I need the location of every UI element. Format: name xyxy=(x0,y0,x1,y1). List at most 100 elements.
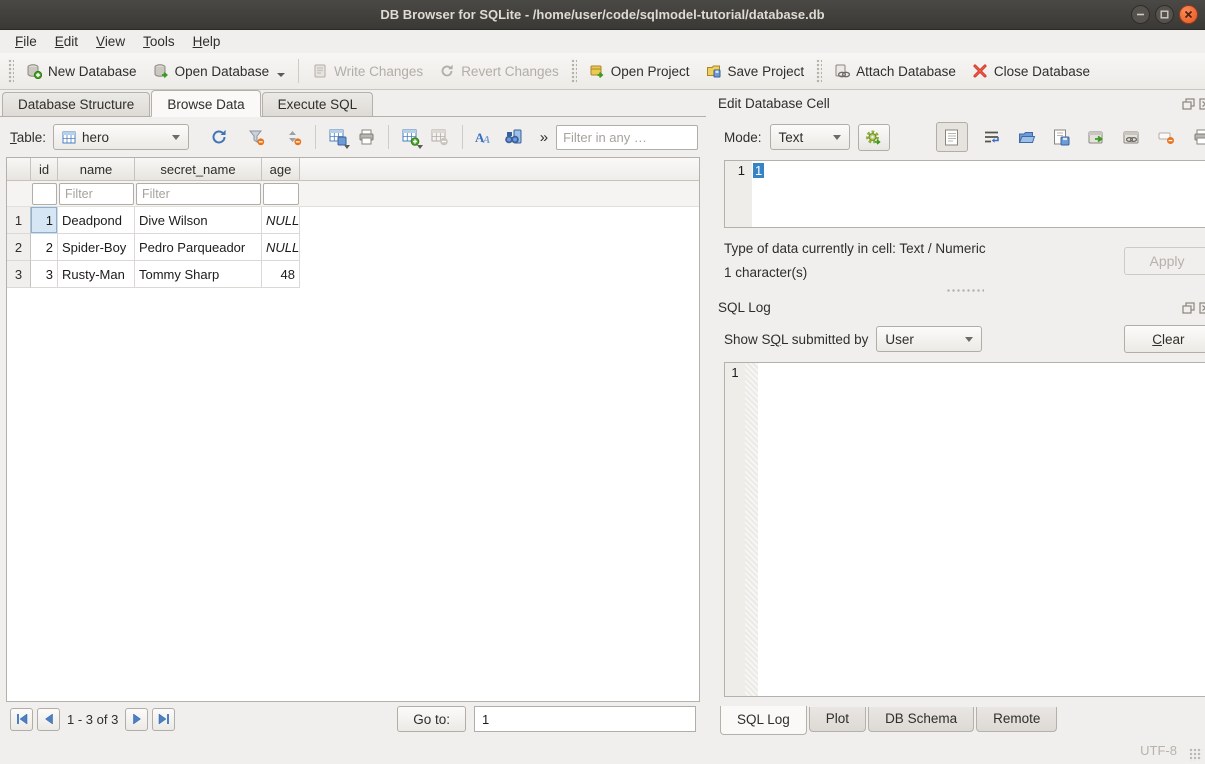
cell-name[interactable]: Spider-Boy xyxy=(58,234,135,261)
table-select[interactable]: hero xyxy=(53,124,189,150)
column-header-name[interactable]: name xyxy=(58,158,135,180)
print-cell-button[interactable] xyxy=(1191,126,1205,148)
filter-any-column-input[interactable] xyxy=(556,125,698,150)
tab-plot[interactable]: Plot xyxy=(809,707,866,732)
menu-view[interactable]: View xyxy=(87,32,134,51)
cell-name[interactable]: Deadpond xyxy=(58,207,135,234)
next-record-button[interactable] xyxy=(125,708,148,731)
cell-secret-name[interactable]: Pedro Parqueador xyxy=(135,234,262,261)
cell-name[interactable]: Rusty-Man xyxy=(58,261,135,288)
table-row[interactable]: 1 1 Deadpond Dive Wilson NULL xyxy=(7,207,699,234)
svg-text:A: A xyxy=(482,134,490,145)
sql-log-dock-titlebar: SQL Log xyxy=(718,297,1205,318)
resize-grip[interactable] xyxy=(1189,748,1202,761)
import-data-button[interactable] xyxy=(1016,126,1038,148)
first-record-button[interactable] xyxy=(10,708,33,731)
mode-select[interactable]: Text xyxy=(770,124,850,150)
selected-cell-text: 1 xyxy=(753,163,764,178)
filter-input-name[interactable] xyxy=(59,183,134,205)
cell-age[interactable]: NULL xyxy=(262,234,300,261)
table-row[interactable]: 3 3 Rusty-Man Tommy Sharp 48 xyxy=(7,261,699,288)
sql-log-filter-select[interactable]: User xyxy=(876,326,982,352)
close-dock-button[interactable] xyxy=(1199,97,1205,110)
clear-sort-icon xyxy=(285,129,302,146)
open-project-button[interactable]: Open Project xyxy=(581,58,698,84)
toolbar-separator xyxy=(315,125,316,149)
table-row[interactable]: 2 2 Spider-Boy Pedro Parqueador NULL xyxy=(7,234,699,261)
tab-sql-log[interactable]: SQL Log xyxy=(720,706,807,735)
last-record-button[interactable] xyxy=(152,708,175,731)
edit-cell-title: Edit Database Cell xyxy=(718,96,830,111)
print-button[interactable] xyxy=(354,124,379,150)
column-header-id[interactable]: id xyxy=(31,158,58,180)
close-dock-button[interactable] xyxy=(1199,301,1205,314)
close-button[interactable] xyxy=(1179,5,1198,24)
previous-record-button[interactable] xyxy=(37,708,60,731)
minimize-button[interactable] xyxy=(1131,5,1150,24)
menu-help[interactable]: Help xyxy=(184,32,230,51)
tab-execute-sql[interactable]: Execute SQL xyxy=(262,92,374,116)
export-data-button[interactable] xyxy=(1051,126,1073,148)
cell-secret-name[interactable]: Dive Wilson xyxy=(135,207,262,234)
sql-log-view[interactable]: 1 xyxy=(724,362,1205,697)
tab-database-structure[interactable]: Database Structure xyxy=(2,92,150,116)
cell-editor[interactable]: 1 1 xyxy=(724,160,1205,228)
column-header-age[interactable]: age xyxy=(262,158,300,180)
tab-remote[interactable]: Remote xyxy=(976,707,1057,732)
cell-secret-name[interactable]: Tommy Sharp xyxy=(135,261,262,288)
save-project-button[interactable]: Save Project xyxy=(698,58,813,84)
open-database-icon xyxy=(153,63,169,79)
toolbar-overflow-chevron[interactable]: » xyxy=(540,129,548,146)
maximize-button[interactable] xyxy=(1155,5,1174,24)
goto-button[interactable]: Go to: xyxy=(397,706,466,732)
filter-input-secret-name[interactable] xyxy=(136,183,261,205)
filter-input-id[interactable] xyxy=(32,183,57,205)
set-null-button[interactable] xyxy=(1156,126,1178,148)
insert-record-button[interactable] xyxy=(398,124,423,150)
clear-sorting-button[interactable] xyxy=(281,124,306,150)
column-header-secret-name[interactable]: secret_name xyxy=(135,158,262,180)
text-mode-button[interactable] xyxy=(936,122,968,152)
save-results-button[interactable] xyxy=(325,124,350,150)
auto-apply-button[interactable] xyxy=(858,124,890,151)
open-in-external-button[interactable] xyxy=(1121,126,1143,148)
tab-browse-data[interactable]: Browse Data xyxy=(151,90,260,117)
cell-id[interactable]: 1 xyxy=(31,207,58,234)
apply-to-cell-button[interactable] xyxy=(1086,126,1108,148)
goto-record-input[interactable] xyxy=(474,706,696,732)
word-wrap-button[interactable] xyxy=(981,126,1003,148)
find-button[interactable] xyxy=(501,124,526,150)
attach-database-button[interactable]: Attach Database xyxy=(826,58,964,84)
close-database-button[interactable]: Close Database xyxy=(964,58,1098,84)
filter-input-age[interactable] xyxy=(263,183,299,205)
new-database-button[interactable]: New Database xyxy=(18,58,145,84)
float-dock-button[interactable] xyxy=(1182,97,1196,110)
mode-label: Mode: xyxy=(724,130,762,145)
cell-editor-content[interactable]: 1 xyxy=(752,161,1205,227)
window-controls xyxy=(1131,5,1198,24)
mode-select-value: Text xyxy=(779,130,804,145)
cell-age[interactable]: NULL xyxy=(262,207,300,234)
menu-tools[interactable]: Tools xyxy=(134,32,184,51)
row-number[interactable]: 3 xyxy=(7,261,31,288)
float-dock-button[interactable] xyxy=(1182,301,1196,314)
clear-filters-button[interactable] xyxy=(244,124,269,150)
edit-display-format-button[interactable]: A A xyxy=(472,124,497,150)
save-file-icon xyxy=(1053,129,1070,146)
tab-db-schema[interactable]: DB Schema xyxy=(868,707,974,732)
refresh-button[interactable] xyxy=(207,124,232,150)
row-number[interactable]: 2 xyxy=(7,234,31,261)
cell-age[interactable]: 48 xyxy=(262,261,300,288)
apply-button: Apply xyxy=(1124,247,1205,275)
open-database-button[interactable]: Open Database xyxy=(145,58,294,84)
cell-id[interactable]: 3 xyxy=(31,261,58,288)
dock-splitter[interactable] xyxy=(718,284,1205,297)
cell-id[interactable]: 2 xyxy=(31,234,58,261)
close-dock-icon xyxy=(1199,302,1205,314)
row-number[interactable]: 1 xyxy=(7,207,31,234)
menu-file[interactable]: File xyxy=(6,32,46,51)
clear-log-button[interactable]: Clear xyxy=(1124,325,1205,353)
open-database-dropdown-caret[interactable] xyxy=(277,73,285,77)
cell-editor-buttons xyxy=(936,122,1205,152)
menu-edit[interactable]: Edit xyxy=(46,32,87,51)
